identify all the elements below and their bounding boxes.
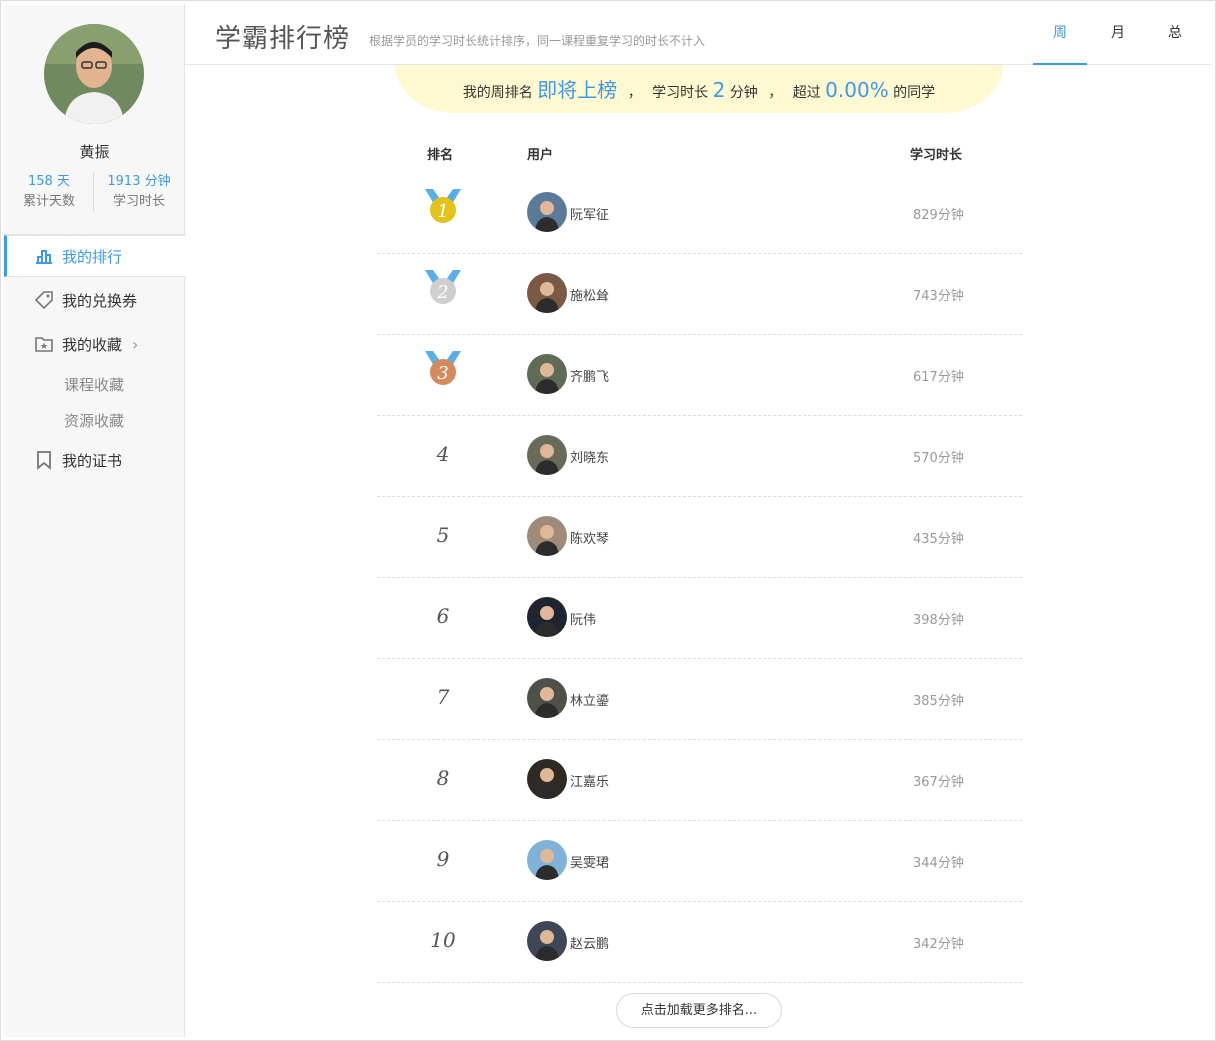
- table-row: 10 赵云鹏 342分钟: [377, 902, 1022, 983]
- page-description: 根据学员的学习时长统计排序，同一课程重复学习的时长不计入: [369, 34, 706, 48]
- user-avatar[interactable]: [527, 678, 567, 718]
- my-rank-banner: 我的周排名 即将上榜 ， 学习时长 2 分钟 ， 超过 0.00% 的同学: [395, 65, 1003, 113]
- table-row: 3 齐鹏飞 617分钟: [377, 335, 1022, 416]
- study-time: 570分钟: [913, 451, 964, 466]
- user-avatar[interactable]: [527, 354, 567, 394]
- tab-total[interactable]: 总: [1148, 4, 1202, 65]
- banner-exceed-suffix: 的同学: [893, 85, 936, 101]
- user-name[interactable]: 赵云鹏: [570, 933, 609, 952]
- rank-number: 8: [436, 766, 450, 790]
- stat-minutes-value: 1913 分钟: [107, 174, 171, 189]
- chevron-right-icon: ›: [132, 334, 139, 354]
- tab-month[interactable]: 月: [1091, 4, 1145, 65]
- user-avatar[interactable]: [527, 759, 567, 799]
- user-name[interactable]: 齐鹏飞: [570, 366, 609, 385]
- sidebar-item-my-ranking[interactable]: 我的排行: [4, 235, 186, 277]
- table-row: 8 江嘉乐 367分钟: [377, 740, 1022, 821]
- stat-days: 158 天 累计天数: [4, 172, 94, 212]
- table-row: 1 阮军征 829分钟: [377, 173, 1022, 254]
- profile-stats: 158 天 累计天数 1913 分钟 学习时长: [4, 172, 185, 214]
- user-avatar[interactable]: [527, 192, 567, 232]
- study-time: 617分钟: [913, 370, 964, 385]
- table-row: 6 阮伟 398分钟: [377, 578, 1022, 659]
- study-time: 398分钟: [913, 613, 964, 628]
- sidebar-subitem-resource-favorites[interactable]: 资源收藏: [64, 410, 124, 431]
- rank-number: 9: [436, 847, 450, 871]
- rank-number: 5: [436, 523, 450, 547]
- load-more-button[interactable]: 点击加载更多排名...: [616, 993, 782, 1028]
- medal-rank-number: 2: [436, 282, 448, 303]
- medal-rank-number: 1: [437, 201, 448, 222]
- page-header: 学霸排行榜 根据学员的学习时长统计排序，同一课程重复学习的时长不计入 周 月 总: [185, 4, 1212, 65]
- stat-days-value: 158 天: [28, 174, 70, 189]
- table-row: 4 刘晓东 570分钟: [377, 416, 1022, 497]
- stat-minutes: 1913 分钟 学习时长: [94, 172, 184, 212]
- medal-rank-number: 3: [437, 363, 448, 384]
- study-time: 367分钟: [913, 775, 964, 790]
- study-time: 435分钟: [913, 532, 964, 547]
- user-avatar[interactable]: [527, 921, 567, 961]
- profile-name: 黄振: [79, 143, 110, 161]
- sidebar: 黄振 158 天 累计天数 1913 分钟 学习时长 我的排行 我的兑换券 我的…: [4, 4, 186, 1037]
- sidebar-item-my-certificates[interactable]: 我的证书: [4, 439, 185, 481]
- study-time: 385分钟: [913, 694, 964, 709]
- sidebar-item-label: 我的兑换券: [62, 291, 138, 310]
- table-row: 2 施松耸 743分钟: [377, 254, 1022, 335]
- profile-avatar[interactable]: [44, 24, 144, 124]
- table-row: 7 林立鎏 385分钟: [377, 659, 1022, 740]
- column-header-rank: 排名: [427, 148, 454, 163]
- sidebar-item-label: 我的证书: [62, 451, 123, 470]
- medal-icon: 3: [423, 349, 463, 385]
- certificate-bookmark-icon: [34, 450, 54, 470]
- sidebar-item-label: 我的收藏: [62, 335, 123, 354]
- rank-number: 4: [436, 442, 450, 466]
- study-time: 829分钟: [913, 208, 964, 223]
- rank-number: 7: [436, 685, 450, 709]
- coupon-tag-icon: [34, 290, 54, 310]
- medal-icon: 2: [423, 268, 463, 304]
- user-avatar[interactable]: [527, 273, 567, 313]
- user-name[interactable]: 阮军征: [570, 204, 609, 223]
- user-avatar[interactable]: [527, 435, 567, 475]
- banner-exceed-value: 0.00%: [825, 78, 889, 102]
- banner-time-prefix: 学习时长: [652, 85, 709, 101]
- user-avatar[interactable]: [527, 840, 567, 880]
- user-name[interactable]: 林立鎏: [570, 690, 609, 709]
- user-avatar[interactable]: [527, 597, 567, 637]
- sidebar-item-label: 我的排行: [62, 247, 123, 266]
- column-header-user: 用户: [527, 148, 554, 163]
- banner-separator: ，: [627, 85, 642, 101]
- user-name[interactable]: 刘晓东: [570, 447, 609, 466]
- stat-days-label: 累计天数: [22, 194, 75, 209]
- user-name[interactable]: 施松耸: [570, 285, 609, 304]
- banner-rank-status: 即将上榜: [537, 78, 618, 102]
- study-time: 344分钟: [913, 856, 964, 871]
- banner-exceed-prefix: 超过: [792, 85, 821, 101]
- rank-number: 6: [436, 604, 450, 628]
- study-time: 342分钟: [913, 937, 964, 952]
- rank-number: 10: [430, 928, 456, 952]
- user-name[interactable]: 江嘉乐: [570, 771, 609, 790]
- sidebar-item-my-favorites[interactable]: 我的收藏 ›: [4, 323, 185, 365]
- banner-time-value: 2: [712, 78, 726, 102]
- ranking-icon: [34, 246, 54, 266]
- sidebar-subitem-course-favorites[interactable]: 课程收藏: [64, 374, 124, 395]
- favorites-folder-icon: [34, 334, 54, 354]
- medal-icon: 1: [423, 187, 463, 223]
- banner-time-unit: 分钟: [729, 85, 758, 101]
- sidebar-item-my-coupons[interactable]: 我的兑换券: [4, 279, 185, 321]
- user-name[interactable]: 阮伟: [570, 609, 596, 628]
- tab-week[interactable]: 周: [1033, 4, 1087, 65]
- column-header-time: 学习时长: [910, 148, 963, 163]
- banner-prefix: 我的周排名: [462, 85, 533, 101]
- stat-minutes-label: 学习时长: [112, 194, 165, 209]
- study-time: 743分钟: [913, 289, 964, 304]
- user-name[interactable]: 吴雯珺: [570, 852, 609, 871]
- table-row: 5 陈欢琴 435分钟: [377, 497, 1022, 578]
- page-title: 学霸排行榜: [215, 24, 351, 54]
- user-name[interactable]: 陈欢琴: [570, 528, 609, 547]
- user-avatar[interactable]: [527, 516, 567, 556]
- banner-separator: ，: [768, 85, 783, 101]
- table-row: 9 吴雯珺 344分钟: [377, 821, 1022, 902]
